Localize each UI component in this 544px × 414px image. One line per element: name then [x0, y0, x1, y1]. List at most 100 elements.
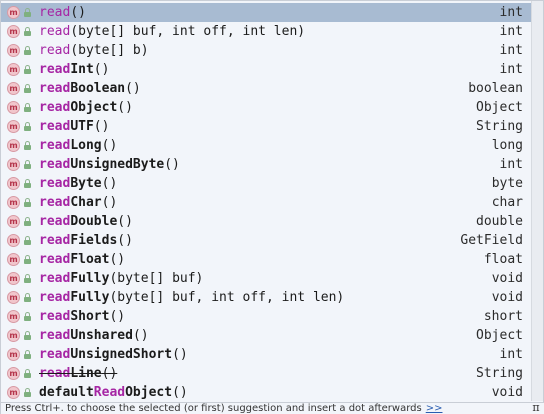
suggestion-method-part: Byte [70, 176, 102, 191]
suggestion-return-type: String [476, 366, 523, 381]
suggestion-params: () [109, 252, 126, 267]
suggestion-name: defaultReadObject() [39, 383, 188, 402]
suggestion-name: readInt() [39, 60, 109, 79]
suggestion-item[interactable]: m readChar() char [1, 193, 531, 212]
suggestion-item[interactable]: m readShort() short [1, 307, 531, 326]
suggestion-return-type: int [499, 347, 523, 362]
suggestion-match-prefix: read [39, 328, 71, 343]
suggestion-pre: default [39, 385, 94, 400]
suggestion-item[interactable]: m readFields() GetField [1, 231, 531, 250]
suggestion-match-prefix: read [39, 195, 71, 210]
suggestion-method-part: Long [70, 138, 102, 153]
suggestion-name: readDouble() [39, 212, 133, 231]
suggestion-return-type: int [499, 5, 523, 20]
suggestion-item[interactable]: m readFloat() float [1, 250, 531, 269]
suggestion-name: readUnshared() [39, 326, 149, 345]
scrollbar[interactable] [531, 1, 543, 401]
suggestion-match-prefix: read [39, 176, 71, 191]
suggestion-name: readBoolean() [39, 79, 141, 98]
suggestion-item[interactable]: m read(byte[] buf, int off, int len) int [1, 22, 531, 41]
suggestion-name: readUTF() [39, 117, 109, 136]
method-icon: m [7, 386, 20, 399]
suggestion-name: readLine() [39, 364, 117, 383]
suggestion-method-part: Double [70, 214, 118, 229]
pi-icon[interactable]: π [531, 402, 541, 414]
method-icon: m [7, 139, 20, 152]
suggestion-return-type: Object [476, 100, 523, 115]
suggestion-name: readShort() [39, 307, 125, 326]
suggestion-item[interactable]: m read() int [1, 3, 531, 22]
suggestion-method-part: UnsignedShort [70, 347, 173, 362]
method-icon: m [7, 44, 20, 57]
suggestion-method-part: UTF [70, 119, 94, 134]
method-icon: m [7, 177, 20, 190]
suggestion-match-prefix: read [39, 290, 71, 305]
suggestion-params: () [101, 366, 118, 381]
lock-icon [24, 369, 31, 378]
suggestion-item[interactable]: m readFully(byte[] buf, int off, int len)… [1, 288, 531, 307]
suggestion-item[interactable]: m readUnsignedByte() int [1, 155, 531, 174]
suggestion-method-part: Boolean [70, 81, 126, 96]
lock-icon [24, 312, 31, 321]
method-icon: m [7, 272, 20, 285]
suggestion-return-type: int [499, 43, 523, 58]
suggestion-return-type: GetField [460, 233, 523, 248]
suggestion-method-part: Line [70, 366, 102, 381]
lock-icon [24, 236, 31, 245]
suggestion-item[interactable]: m readByte() byte [1, 174, 531, 193]
lock-icon [24, 160, 31, 169]
suggestion-return-type: void [491, 271, 523, 286]
suggestion-item[interactable]: m readUnsignedShort() int [1, 345, 531, 364]
suggestion-name: read(byte[] b) [39, 41, 149, 60]
method-icon: m [7, 291, 20, 304]
suggestion-item[interactable]: m read(byte[] b) int [1, 41, 531, 60]
suggestion-item[interactable]: m readObject() Object [1, 98, 531, 117]
suggestion-item[interactable]: m readUTF() String [1, 117, 531, 136]
method-icon: m [7, 158, 20, 171]
suggestion-params: () [93, 62, 110, 77]
suggestion-params: () [117, 100, 133, 115]
suggestion-method-part: Int [70, 62, 94, 77]
footer-more-link[interactable]: >> [426, 403, 443, 414]
suggestion-params: (byte[] b) [70, 43, 149, 58]
suggestion-item[interactable]: m readFully(byte[] buf) void [1, 269, 531, 288]
suggestion-return-type: short [483, 309, 523, 324]
suggestion-params: (byte[] buf) [109, 271, 204, 286]
lock-icon [24, 103, 31, 112]
suggestion-return-type: boolean [468, 81, 523, 96]
suggestion-item[interactable]: m defaultReadObject() void [1, 383, 531, 402]
suggestion-item[interactable]: m readLong() long [1, 136, 531, 155]
suggestion-item[interactable]: m readLine() String [1, 364, 531, 383]
method-icon: m [7, 101, 20, 114]
suggestion-match-prefix: read [39, 5, 71, 20]
suggestion-match-prefix: read [39, 366, 71, 381]
suggestion-item[interactable]: m readDouble() double [1, 212, 531, 231]
suggestion-match-prefix: read [39, 81, 71, 96]
method-icon: m [7, 234, 20, 247]
suggestion-name: readLong() [39, 136, 117, 155]
suggestion-item[interactable]: m readBoolean() boolean [1, 79, 531, 98]
suggestion-method-part: Object [125, 385, 173, 400]
suggestion-return-type: int [499, 62, 523, 77]
suggestion-name: readByte() [39, 174, 117, 193]
suggestion-name: readChar() [39, 193, 117, 212]
suggestion-match-prefix: read [39, 347, 71, 362]
suggestion-params: () [172, 347, 188, 362]
suggestion-match-prefix: read [39, 233, 71, 248]
suggestion-item[interactable]: m readInt() int [1, 60, 531, 79]
suggestion-name: readFully(byte[] buf) [39, 269, 203, 288]
lock-icon [24, 122, 31, 131]
lock-icon [24, 198, 31, 207]
suggestion-return-type: int [499, 157, 523, 172]
suggestion-item[interactable]: m readUnshared() Object [1, 326, 531, 345]
lock-icon [24, 179, 31, 188]
method-icon: m [7, 367, 20, 380]
lock-icon [24, 293, 31, 302]
suggestion-params: () [109, 309, 126, 324]
suggestion-return-type: void [491, 385, 523, 400]
suggestion-params: () [164, 157, 180, 172]
suggestion-method-part: Fully [70, 271, 110, 286]
suggestion-match-prefix: read [39, 157, 71, 172]
suggestion-list: m read() int m read(byte[] buf, int off, int… [1, 3, 531, 402]
method-icon: m [7, 82, 20, 95]
